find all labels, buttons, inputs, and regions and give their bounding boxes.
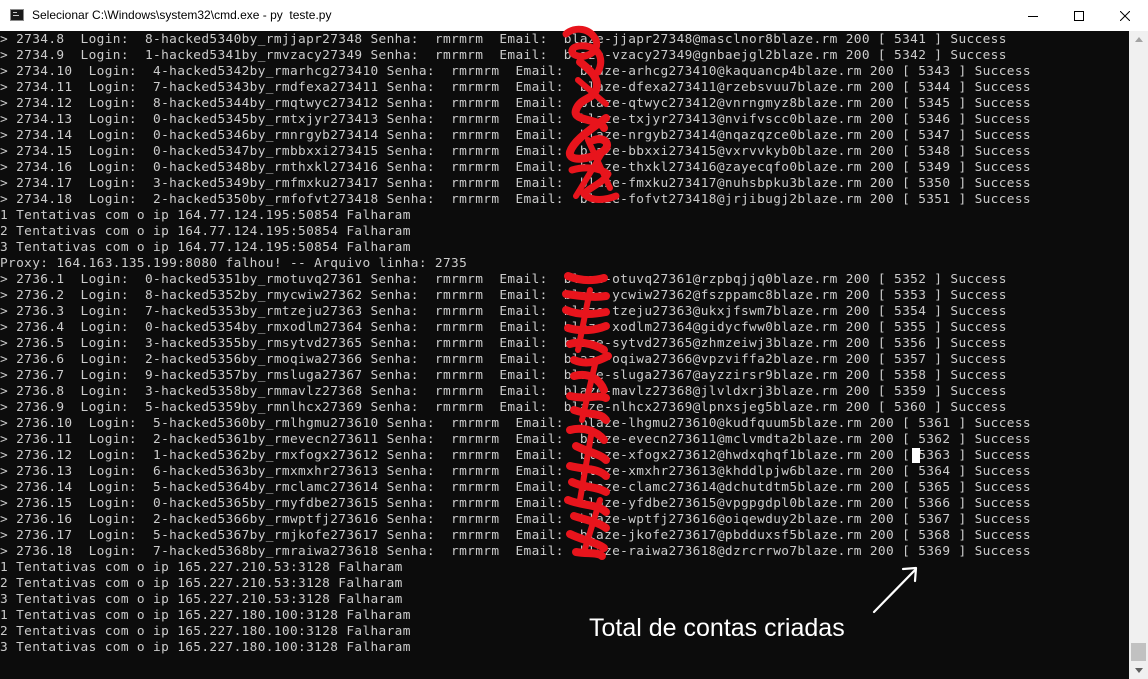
console-line: > 2734.14 Login: 0-hacked5346by_rmnrgyb2… <box>0 128 1031 143</box>
console-line: > 2734.16 Login: 0-hacked5348by_rmthxkl2… <box>0 160 1031 175</box>
console-line: > 2734.15 Login: 0-hacked5347by_rmbbxxi2… <box>0 144 1031 159</box>
console-line: > 2736.14 Login: 5-hacked5364by_rmclamc2… <box>0 480 1031 495</box>
scroll-up-button[interactable] <box>1129 31 1148 48</box>
close-button[interactable] <box>1102 0 1148 31</box>
close-icon <box>1120 10 1130 21</box>
console-line: 2 Tentativas com o ip 165.227.180.100:31… <box>0 624 411 639</box>
scrollbar-thumb[interactable] <box>1131 643 1146 661</box>
console-line: > 2736.17 Login: 5-hacked5367by_rmjkofe2… <box>0 528 1031 543</box>
console-line: > 2734.12 Login: 8-hacked5344by_rmqtwyc2… <box>0 96 1031 111</box>
console-line: > 2736.15 Login: 0-hacked5365by_rmyfdbe2… <box>0 496 1031 511</box>
console-line: > 2736.7 Login: 9-hacked5357by_rmsluga27… <box>0 368 1007 383</box>
console-line: > 2736.18 Login: 7-hacked5368by_rmraiwa2… <box>0 544 1031 559</box>
console-line: > 2734.17 Login: 3-hacked5349by_rmfmxku2… <box>0 176 1031 191</box>
console-line: > 2736.11 Login: 2-hacked5361by_rmevecn2… <box>0 432 1031 447</box>
window-title: Selecionar C:\Windows\system32\cmd.exe -… <box>32 8 332 22</box>
minimize-icon <box>1028 15 1038 17</box>
console-line: > 2734.9 Login: 1-hacked5341by_rmvzacy27… <box>0 48 1007 63</box>
annotation-label: Total de contas criadas <box>589 614 845 642</box>
console-line: > 2736.8 Login: 3-hacked5358by_rmmavlz27… <box>0 384 1007 399</box>
console-line: > 2734.8 Login: 8-hacked5340by_rmjjapr27… <box>0 32 1007 47</box>
console-output[interactable]: > 2734.8 Login: 8-hacked5340by_rmjjapr27… <box>0 31 1129 679</box>
console-line: 1 Tentativas com o ip 165.227.210.53:312… <box>0 560 403 575</box>
text-selection-cursor <box>912 448 920 463</box>
console-line: 2 Tentativas com o ip 164.77.124.195:508… <box>0 224 411 239</box>
console-line: > 2734.13 Login: 0-hacked5345by_rmtxjyr2… <box>0 112 1031 127</box>
console-line: > 2736.3 Login: 7-hacked5353by_rmtzeju27… <box>0 304 1007 319</box>
maximize-icon <box>1074 10 1084 21</box>
cmd-console-icon <box>10 9 24 21</box>
vertical-scrollbar[interactable] <box>1129 31 1148 679</box>
console-line: 3 Tentativas com o ip 165.227.180.100:31… <box>0 640 411 655</box>
console-line: > 2736.12 Login: 1-hacked5362by_rmxfogx2… <box>0 448 1031 463</box>
maximize-button[interactable] <box>1056 0 1102 31</box>
console-line: > 2736.1 Login: 0-hacked5351by_rmotuvq27… <box>0 272 1007 287</box>
console-line: > 2736.16 Login: 2-hacked5366by_rmwptfj2… <box>0 512 1031 527</box>
minimize-button[interactable] <box>1010 0 1056 31</box>
console-line: 2 Tentativas com o ip 165.227.210.53:312… <box>0 576 403 591</box>
console-line: > 2734.18 Login: 2-hacked5350by_rmfofvt2… <box>0 192 1031 207</box>
console-line: > 2736.13 Login: 6-hacked5363by_rmxmxhr2… <box>0 464 1031 479</box>
console-line: > 2736.10 Login: 5-hacked5360by_rmlhgmu2… <box>0 416 1031 431</box>
title-bar[interactable]: Selecionar C:\Windows\system32\cmd.exe -… <box>0 0 1148 32</box>
console-line: > 2736.5 Login: 3-hacked5355by_rmsytvd27… <box>0 336 1007 351</box>
scroll-down-arrow-icon <box>1134 668 1143 673</box>
console-line: > 2736.9 Login: 5-hacked5359by_rmnlhcx27… <box>0 400 1007 415</box>
console-line: 1 Tentativas com o ip 164.77.124.195:508… <box>0 208 411 223</box>
console-line: > 2734.11 Login: 7-hacked5343by_rmdfexa2… <box>0 80 1031 95</box>
scroll-up-arrow-icon <box>1134 37 1143 42</box>
console-line: > 2736.6 Login: 2-hacked5356by_rmoqiwa27… <box>0 352 1007 367</box>
console-line: 3 Tentativas com o ip 165.227.210.53:312… <box>0 592 403 607</box>
console-line: 3 Tentativas com o ip 164.77.124.195:508… <box>0 240 411 255</box>
console-line: > 2734.10 Login: 4-hacked5342by_rmarhcg2… <box>0 64 1031 79</box>
console-line: > 2736.2 Login: 8-hacked5352by_rmycwiw27… <box>0 288 1007 303</box>
scroll-down-button[interactable] <box>1129 662 1148 679</box>
console-line: > 2736.4 Login: 0-hacked5354by_rmxodlm27… <box>0 320 1007 335</box>
console-line: Proxy: 164.163.135.199:8080 falhou! -- A… <box>0 256 468 271</box>
console-line: 1 Tentativas com o ip 165.227.180.100:31… <box>0 608 411 623</box>
